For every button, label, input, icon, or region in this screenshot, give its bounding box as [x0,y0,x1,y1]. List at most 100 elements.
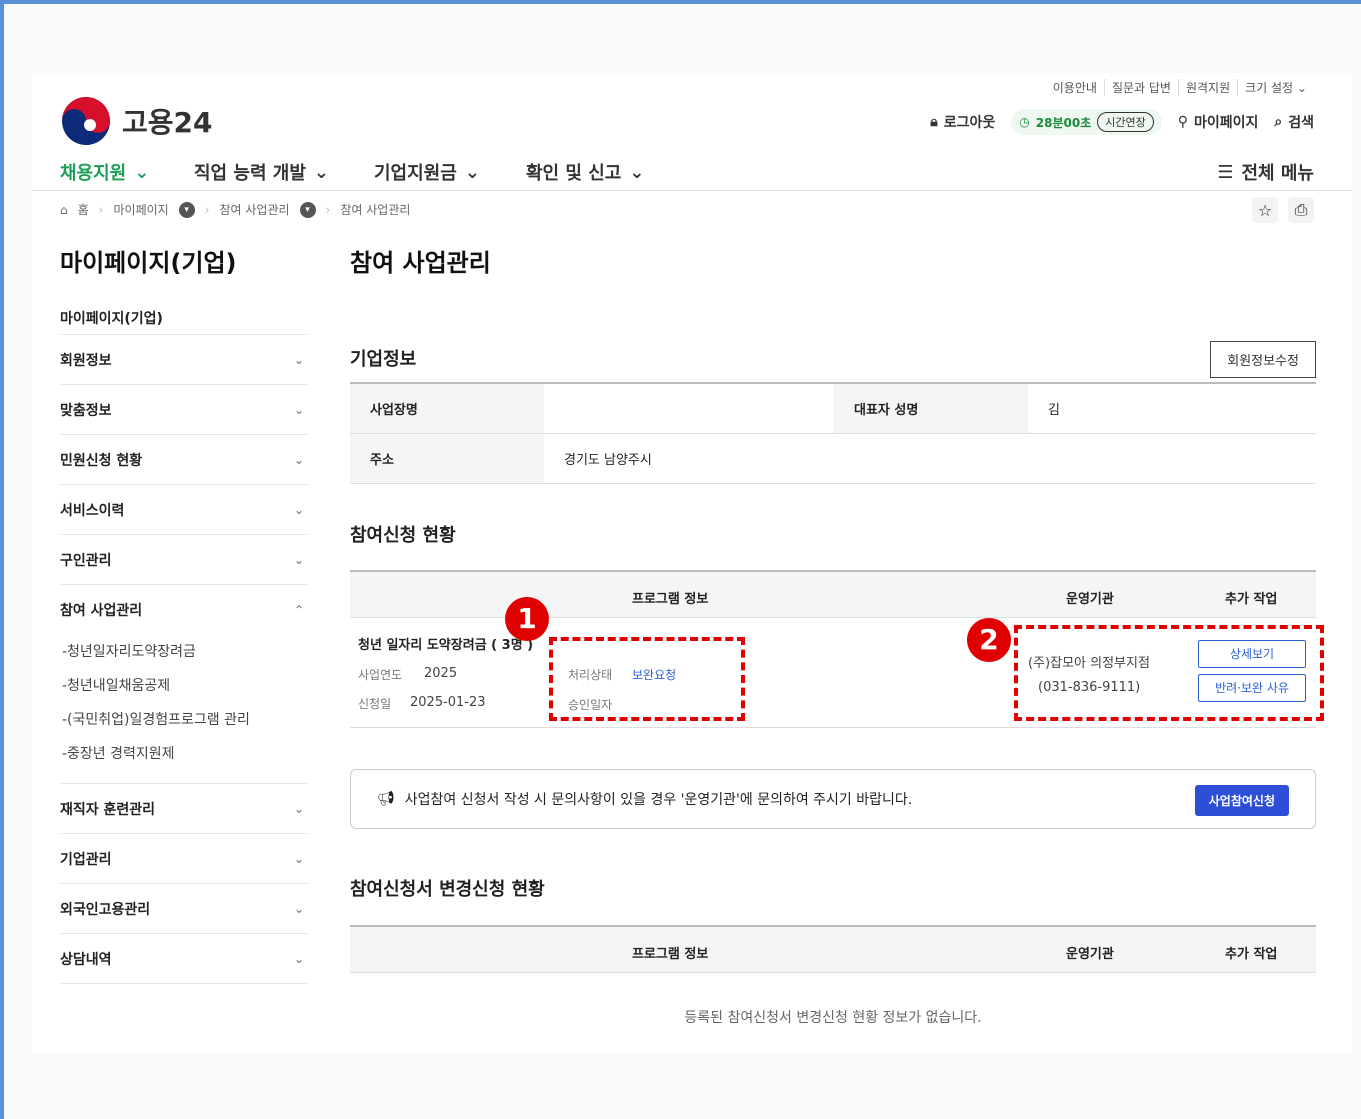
sidebar-item-label: 맞춤정보 [60,402,112,419]
year-value: 2025 [424,666,458,681]
sidebar-item-label: 기업관리 [60,851,112,868]
hamburger-icon: ☰ [1217,161,1234,183]
sidebar-item-label: 참여 사업관리 [60,603,143,619]
apply-table-header: 프로그램 정보 운영기관 추가 작업 [350,570,1316,618]
sidebar-item-training[interactable]: 재직자 훈련관리 ⌄ [60,784,308,834]
main-content: 참여 사업관리 기업정보 회원정보수정 사업장명 대표자 성명 김 주소 경기도… [350,243,1316,1026]
company-info-table: 사업장명 대표자 성명 김 주소 경기도 남양주시 [350,382,1316,484]
page-tools: ☆ ⎙ [1252,197,1314,223]
empty-message: 등록된 참여신청서 변경신청 현황 정보가 없습니다. [684,1010,982,1026]
col-program: 프로그램 정보 [632,947,709,962]
main-nav: 채용지원 ⌄ 직업 능력 개발 ⌄ 기업지원금 ⌄ 확인 및 신고 ⌄ ☰ 전체 메뉴 [32,153,1352,191]
page-title: 참여 사업관리 [350,249,491,277]
sidebar-item-company[interactable]: 기업관리 ⌄ [60,834,308,884]
chevron-down-icon: ⌄ [293,352,304,367]
breadcrumb: ⌂ 홈 › 마이페이지 ▾ › 참여 사업관리 ▾ › 참여 사업관리 [60,201,410,218]
sidebar-item-project[interactable]: 참여 사업관리 ⌃ [60,585,308,635]
col-agency: 운영기관 [1066,592,1114,607]
user-icon: ⚲ [1177,114,1188,130]
sidebar-subitem[interactable]: -청년일자리도약장려금 [60,635,308,669]
utility-qna[interactable]: 질문과 답변 [1105,79,1179,96]
side-nav: 마이페이지(기업) 마이페이지(기업) 회원정보 ⌄ 맞춤정보 ⌄ 민원신청 현황 ⌄… [60,243,308,984]
search-icon: ⌕ [1274,114,1283,130]
chevron-down-icon: ⌄ [313,161,329,183]
sidebar-item-custom[interactable]: 맞춤정보 ⌄ [60,385,308,435]
address-value: 경기도 남양주시 [544,433,1316,484]
chevron-up-icon: ⌃ [293,603,304,617]
chevron-down-icon: ⌄ [293,452,304,467]
breadcrumb-mypage[interactable]: 마이페이지 [113,201,168,218]
dropdown-icon[interactable]: ▾ [178,201,195,218]
sidebar-item-foreign[interactable]: 외국인고용관리 ⌄ [60,884,308,934]
breadcrumb-project[interactable]: 참여 사업관리 [220,201,290,218]
chevron-down-icon: ⌄ [293,801,304,816]
breadcrumb-home[interactable]: 홈 [78,201,89,218]
search-button[interactable]: ⌕ 검색 [1274,112,1314,132]
logo-text: 고용24 [122,106,213,139]
utility-menu: 이용안내 질문과 답변 원격지원 크기 설정 ⌄ [1046,79,1314,96]
page: 이용안내 질문과 답변 원격지원 크기 설정 ⌄ 고용24 🔒︎ 로그아웃 ◷ … [32,73,1352,1053]
utility-size-label: 크기 설정 [1245,81,1294,95]
breadcrumb-current: 참여 사업관리 [340,203,411,217]
highlight-box-status [549,637,745,721]
breadcrumb-separator: › [325,202,331,217]
apply-project-button[interactable]: 사업참여신청 [1194,785,1289,816]
chevron-down-icon: ⌄ [293,502,304,517]
apply-status-title: 참여신청 현황 [350,525,456,546]
extend-session-button[interactable]: 시간연장 [1097,112,1154,132]
sidebar-item-service[interactable]: 서비스이력 ⌄ [60,485,308,535]
edit-member-button[interactable]: 회원정보수정 [1210,341,1316,378]
program-name[interactable]: 청년 일자리 도약장려금 ( 3명 ) [358,634,533,653]
gnb-report[interactable]: 확인 및 신고 ⌄ [526,159,644,185]
all-menu-label: 전체 메뉴 [1241,163,1314,184]
utility-guide[interactable]: 이용안내 [1046,79,1105,96]
sidebar-group-project: 참여 사업관리 ⌃ -청년일자리도약장려금 -청년내일채움공제 -(국민취업)일경… [60,585,308,784]
sidebar-item-label: 민원신청 현황 [60,452,143,469]
gnb-report-label: 확인 및 신고 [526,163,622,184]
gnb-recruit-label: 채용지원 [60,163,127,184]
star-icon[interactable]: ☆ [1252,197,1278,223]
all-menu-button[interactable]: ☰ 전체 메뉴 [1217,159,1314,185]
col-agency: 운영기관 [1066,947,1114,962]
sidebar-item-member[interactable]: 회원정보 ⌄ [60,335,308,385]
ceo-value: 김 [1028,382,1316,434]
header-actions: 🔒︎ 로그아웃 ◷ 28분00초 시간연장 ⚲ 마이페이지 ⌕ 검색 [930,109,1314,135]
gnb-training[interactable]: 직업 능력 개발 ⌄ [194,159,329,185]
sidebar-item-label: 서비스이력 [60,502,125,519]
gnb-recruit[interactable]: 채용지원 ⌄ [60,159,149,185]
sidebar-subitem[interactable]: -중장년 경력지원제 [60,737,308,771]
sidebar-subitem[interactable]: -청년내일채움공제 [60,669,308,703]
sidebar-item-label: 재직자 훈련관리 [60,801,156,818]
change-status-title: 참여신청서 변경신청 현황 [350,879,545,900]
session-timer: ◷ 28분00초 시간연장 [1011,109,1162,135]
notice-text: 사업참여 신청서 작성 시 문의사항이 있을 경우 '운영기관'에 문의하여 주… [404,792,913,808]
ceo-label: 대표자 성명 [834,382,1028,434]
side-nav-subtitle[interactable]: 마이페이지(기업) [60,287,308,335]
logout-button[interactable]: 🔒︎ 로그아웃 [930,112,995,132]
sidebar-item-consult[interactable]: 상담내역 ⌄ [60,934,308,984]
clock-icon: ◷ [1019,115,1030,129]
chevron-down-icon: ⌄ [293,901,304,916]
sidebar-item-hiring[interactable]: 구인관리 ⌄ [60,535,308,585]
mypage-link[interactable]: ⚲ 마이페이지 [1178,112,1259,132]
chevron-down-icon: ⌄ [1296,81,1307,95]
gnb-subsidy[interactable]: 기업지원금 ⌄ [374,159,480,185]
print-icon[interactable]: ⎙ [1288,197,1314,223]
dropdown-icon[interactable]: ▾ [299,201,316,218]
chevron-down-icon: ⌄ [134,161,150,183]
sidebar-subitem[interactable]: -(국민취업)일경험프로그램 관리 [60,703,308,737]
year-label: 사업연도 [358,668,403,682]
utility-remote[interactable]: 원격지원 [1179,79,1239,96]
chevron-down-icon: ⌄ [293,951,304,966]
mypage-label: 마이페이지 [1193,115,1259,131]
search-label: 검색 [1288,115,1314,131]
logo[interactable]: 고용24 [60,95,213,147]
apply-date-value: 2025-01-23 [410,695,486,710]
home-icon[interactable]: ⌂ [60,203,68,217]
utility-size[interactable]: 크기 설정 ⌄ [1238,79,1314,96]
megaphone-icon: 📢︎ [377,791,395,807]
company-info-title: 기업정보 [350,349,417,370]
lock-icon: 🔒︎ [930,114,938,130]
breadcrumb-separator: › [98,202,104,217]
sidebar-item-petition[interactable]: 민원신청 현황 ⌄ [60,435,308,485]
